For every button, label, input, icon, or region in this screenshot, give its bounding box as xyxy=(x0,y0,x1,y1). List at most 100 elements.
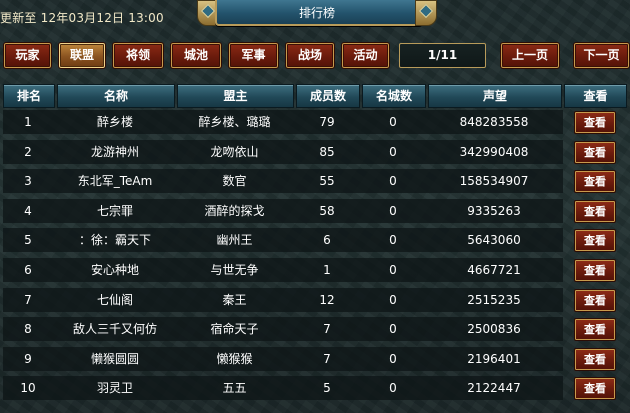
table-row: 4 七宗罪 酒醉的探戈 58 0 9335263 查看 xyxy=(3,197,627,226)
column-header-name: 名称 xyxy=(57,84,175,108)
cell-members: 1 xyxy=(323,263,331,277)
table-row: 6 安心种地 与世无争 1 0 4667721 查看 xyxy=(3,256,627,285)
prev-page-button[interactable]: 上一页 xyxy=(500,42,560,69)
table-row: 7 七仙阁 秦王 12 0 2515235 查看 xyxy=(3,286,627,315)
cell-leader: 五五 xyxy=(222,381,247,396)
cell-leader: 秦王 xyxy=(222,292,247,307)
cell-cities: 0 xyxy=(389,263,397,277)
cell-members: 7 xyxy=(323,322,331,337)
cell-prestige: 2515235 xyxy=(467,292,521,307)
cell-prestige: 342990408 xyxy=(459,144,529,159)
table-row: 1 醉乡楼 醉乡楼、璐璐 79 0 848283558 查看 xyxy=(3,108,627,137)
table-row: 2 龙游神州 龙吻依山 85 0 342990408 查看 xyxy=(3,138,627,167)
cell-alliance-name: 七仙阁 xyxy=(96,292,133,307)
cell-prestige: 9335263 xyxy=(467,203,521,218)
cell-rank: 6 xyxy=(24,263,32,277)
page-indicator: 1/11 xyxy=(399,43,486,68)
tab-battlefield[interactable]: 战场 xyxy=(285,42,335,69)
view-button[interactable]: 查看 xyxy=(574,377,616,401)
cell-alliance-name: 七宗罪 xyxy=(96,203,133,218)
cell-prestige: 2500836 xyxy=(467,322,521,337)
top-bar: 更新至 12年03月12日 13:00 排行榜 xyxy=(0,0,630,36)
tab-cities[interactable]: 城池 xyxy=(170,42,222,69)
view-button[interactable]: 查看 xyxy=(574,111,616,134)
cell-alliance-name: 敌人三千又何仿 xyxy=(72,322,157,337)
cell-prestige: 158534907 xyxy=(459,174,529,189)
cell-cities: 0 xyxy=(389,322,397,337)
cell-leader: 醉乡楼、璐璐 xyxy=(198,115,271,129)
table-row: 10 羽灵卫 五五 5 0 2122447 查看 xyxy=(3,374,627,403)
view-button[interactable]: 查看 xyxy=(574,229,616,253)
cell-members: 79 xyxy=(319,115,335,129)
cell-alliance-name: 懒猴圆圆 xyxy=(90,351,139,366)
cell-alliance-name: ：徐：霸天下 xyxy=(78,233,151,248)
cell-leader: 酒醉的探戈 xyxy=(204,203,265,218)
cell-alliance-name: 羽灵卫 xyxy=(96,381,133,396)
view-button[interactable]: 查看 xyxy=(574,259,616,282)
cell-cities: 0 xyxy=(389,351,397,366)
column-header-view: 查看 xyxy=(564,84,627,108)
cell-prestige: 848283558 xyxy=(459,115,529,129)
cell-rank: 4 xyxy=(24,203,32,218)
cell-members: 5 xyxy=(323,381,331,396)
update-timestamp: 更新至 12年03月12日 13:00 xyxy=(0,11,164,25)
cell-cities: 0 xyxy=(389,174,397,189)
cell-members: 12 xyxy=(319,292,335,307)
tab-players[interactable]: 玩家 xyxy=(3,42,52,69)
cell-alliance-name: 东北军_TeAm xyxy=(77,174,153,189)
cell-prestige: 5643060 xyxy=(467,233,521,248)
cell-rank: 9 xyxy=(24,351,32,366)
cell-rank: 3 xyxy=(24,174,32,189)
cell-leader: 与世无争 xyxy=(210,263,259,277)
cell-leader: 宿命天子 xyxy=(210,322,259,337)
cell-cities: 0 xyxy=(389,115,397,129)
table-row: 3 东北军_TeAm 数官 55 0 158534907 查看 xyxy=(3,167,627,196)
table-row: 8 敌人三千又何仿 宿命天子 7 0 2500836 查看 xyxy=(3,315,627,344)
cell-prestige: 2122447 xyxy=(467,381,521,396)
cell-prestige: 4667721 xyxy=(467,263,521,277)
column-header-prestige: 声望 xyxy=(428,84,562,108)
cell-cities: 0 xyxy=(389,233,397,248)
page-title: 排行榜 xyxy=(298,6,335,20)
view-button[interactable]: 查看 xyxy=(574,347,616,371)
view-button[interactable]: 查看 xyxy=(574,199,616,223)
tab-alliances[interactable]: 联盟 xyxy=(58,42,106,69)
view-button[interactable]: 查看 xyxy=(574,318,616,342)
column-header-members: 成员数 xyxy=(296,84,360,108)
cell-members: 7 xyxy=(323,351,331,366)
table-row: 9 懒猴圆圆 懒猴猴 7 0 2196401 查看 xyxy=(3,345,627,374)
view-button[interactable]: 查看 xyxy=(574,170,616,194)
cell-cities: 0 xyxy=(389,292,397,307)
column-header-leader: 盟主 xyxy=(177,84,294,108)
cell-alliance-name: 安心种地 xyxy=(90,263,139,277)
tab-events[interactable]: 活动 xyxy=(341,42,390,69)
cell-leader: 数官 xyxy=(222,174,247,189)
title-banner: 排行榜 xyxy=(197,0,437,28)
tab-military[interactable]: 军事 xyxy=(228,42,279,69)
cell-members: 55 xyxy=(319,174,335,189)
cell-leader: 幽州王 xyxy=(216,233,253,248)
cell-cities: 0 xyxy=(389,381,397,396)
cell-alliance-name: 醉乡楼 xyxy=(96,115,133,129)
table-header: 排名 名称 盟主 成员数 名城数 声望 查看 xyxy=(3,84,627,108)
view-button[interactable]: 查看 xyxy=(574,140,616,164)
cell-alliance-name: 龙游神州 xyxy=(90,144,139,159)
cell-leader: 懒猴猴 xyxy=(216,351,253,366)
view-button[interactable]: 查看 xyxy=(574,288,616,312)
cell-members: 6 xyxy=(323,233,331,248)
cell-members: 58 xyxy=(319,203,335,218)
cell-cities: 0 xyxy=(389,144,397,159)
cell-leader: 龙吻依山 xyxy=(210,144,259,159)
cell-rank: 1 xyxy=(24,115,32,129)
tab-generals[interactable]: 将领 xyxy=(112,42,164,69)
column-header-rank: 排名 xyxy=(3,84,55,108)
cell-rank: 8 xyxy=(24,322,32,337)
column-header-cities: 名城数 xyxy=(362,84,426,108)
cell-members: 85 xyxy=(319,144,335,159)
next-page-button[interactable]: 下一页 xyxy=(573,42,630,69)
cell-cities: 0 xyxy=(389,203,397,218)
cell-rank: 5 xyxy=(24,233,32,248)
cell-rank: 7 xyxy=(24,292,32,307)
cell-rank: 2 xyxy=(24,144,32,159)
cell-prestige: 2196401 xyxy=(467,351,521,366)
